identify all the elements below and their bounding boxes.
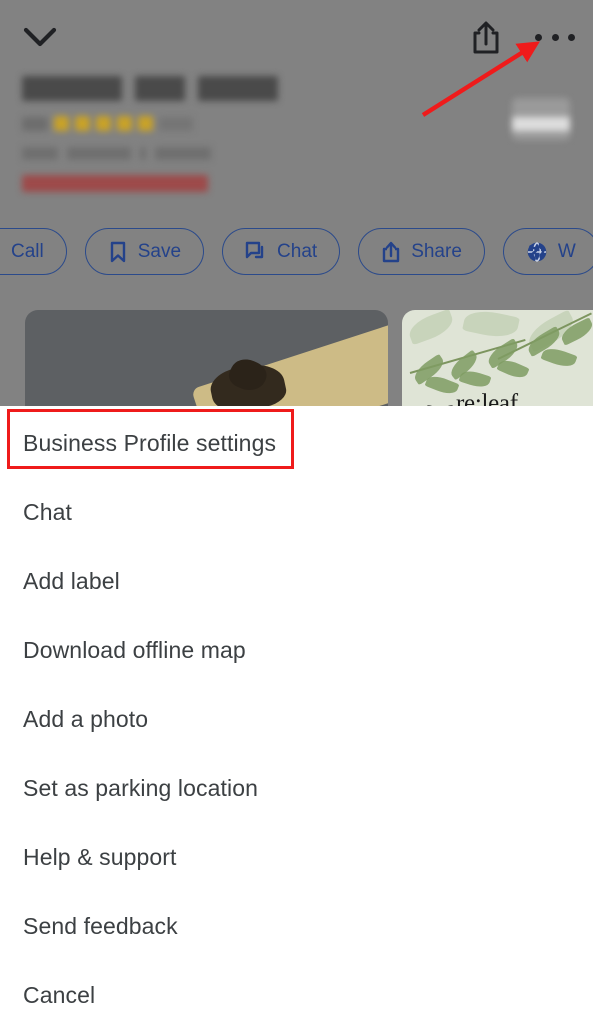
menu-item-label: Download offline map (23, 637, 246, 663)
share-button[interactable] (468, 18, 506, 58)
menu-item-label: Help & support (23, 844, 177, 870)
action-chip-share[interactable]: Share (358, 228, 485, 275)
bookmark-icon (108, 241, 128, 263)
business-name-redacted (22, 76, 352, 101)
action-chip-label: W (557, 241, 576, 262)
place-details-backdrop: Call Save Chat Share W re:leaf (0, 0, 593, 410)
share-icon (381, 241, 401, 263)
business-info-block (22, 76, 352, 192)
more-options-button[interactable] (534, 24, 576, 50)
action-chip-label: Call (11, 241, 44, 262)
overflow-menu-sheet: Business Profile settings Chat Add label… (0, 406, 593, 1024)
chat-bubble-icon (245, 241, 267, 263)
menu-item-set-as-parking-location[interactable]: Set as parking location (0, 754, 593, 823)
globe-icon (526, 241, 548, 263)
more-options-icon-dot2 (551, 33, 559, 41)
menu-item-label: Set as parking location (23, 775, 258, 801)
app-screen: Call Save Chat Share W re:leaf Business … (0, 0, 593, 1024)
business-rating-redacted (22, 115, 352, 132)
menu-item-add-a-photo[interactable]: Add a photo (0, 685, 593, 754)
menu-item-label: Chat (23, 499, 72, 525)
menu-item-label: Send feedback (23, 913, 178, 939)
menu-item-cancel[interactable]: Cancel (0, 961, 593, 1024)
action-chip-label: Share (411, 241, 462, 262)
place-details-topbar (0, 0, 593, 72)
menu-item-label: Add label (23, 568, 120, 594)
menu-item-business-profile-settings[interactable]: Business Profile settings (0, 409, 593, 478)
more-options-icon (535, 33, 542, 41)
business-category-redacted (22, 145, 352, 161)
menu-item-label: Cancel (23, 982, 96, 1008)
menu-item-add-label[interactable]: Add label (0, 547, 593, 616)
chevron-down-icon (18, 17, 64, 57)
collapse-sheet-button[interactable] (18, 17, 64, 57)
action-chip-chat[interactable]: Chat (222, 228, 341, 275)
action-chip-call[interactable]: Call (0, 228, 67, 275)
menu-item-help-and-support[interactable]: Help & support (0, 823, 593, 892)
action-chip-label: Save (137, 241, 182, 262)
releaf-branding-photo[interactable]: re:leaf (402, 310, 593, 410)
action-chip-label: Chat (277, 241, 318, 262)
menu-item-send-feedback[interactable]: Send feedback (0, 892, 593, 961)
share-icon (468, 21, 504, 62)
menu-item-label: Add a photo (23, 706, 149, 732)
tea-scoop-photo[interactable] (25, 310, 388, 410)
avatar (512, 98, 570, 140)
more-options-icon-dot3 (568, 33, 575, 41)
action-chip-row: Call Save Chat Share W (0, 228, 593, 275)
menu-item-label: Business Profile settings (23, 430, 277, 456)
menu-item-chat[interactable]: Chat (0, 478, 593, 547)
photo-strip: re:leaf (0, 310, 593, 410)
menu-item-download-offline-map[interactable]: Download offline map (0, 616, 593, 685)
action-chip-save[interactable]: Save (84, 228, 205, 275)
action-chip-website[interactable]: W (502, 228, 593, 275)
business-status-redacted (22, 175, 208, 192)
phone-icon (0, 242, 1, 262)
